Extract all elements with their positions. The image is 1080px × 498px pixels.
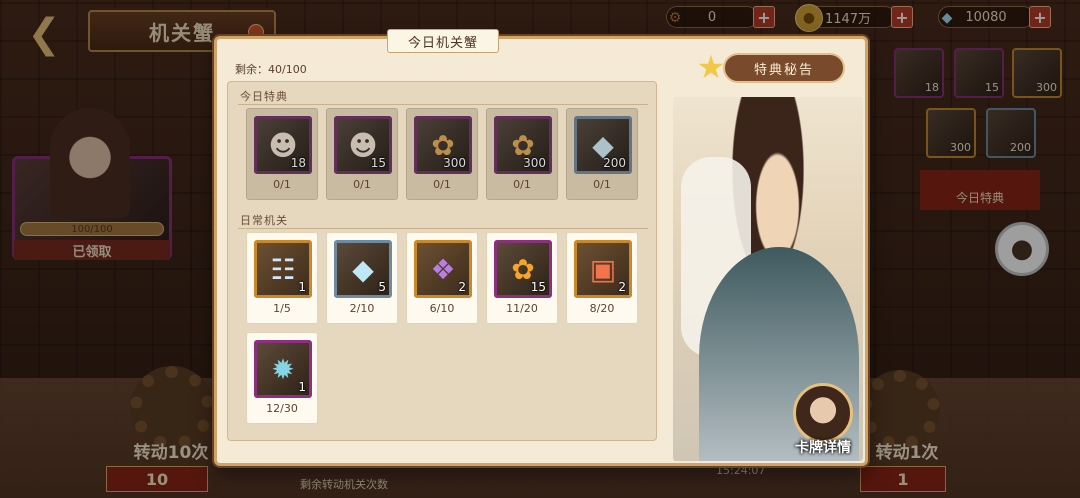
divider [238, 104, 648, 105]
item-progress: 11/20 [506, 302, 538, 315]
remaining-count: 剩余：40/100 [235, 63, 307, 76]
today-item[interactable]: ☻ 15 0/1 [326, 108, 398, 200]
crab-machine-modal: 今日机关蟹 剩余：40/100 今日特典 ☻ 18 0/1 ☻ 15 0/1 ✿… [214, 29, 869, 466]
item-progress: 1/5 [273, 302, 291, 315]
today-item[interactable]: ◆ 200 0/1 [566, 108, 638, 200]
item-progress: 0/1 [513, 178, 531, 191]
gold-bulb-icon: ✿ 300 [414, 116, 472, 174]
bonus-secret-button[interactable]: 特典秘告 [723, 53, 845, 83]
item-progress: 0/1 [433, 178, 451, 191]
swirl-shard-icon: ✹ 1 [254, 340, 312, 398]
daily-item[interactable]: ✿ 15 11/20 [486, 232, 558, 324]
item-progress: 12/30 [266, 402, 298, 415]
today-item[interactable]: ☻ 18 0/1 [246, 108, 318, 200]
daily-item[interactable]: ✹ 1 12/30 [246, 332, 318, 424]
character-card-icon: ☻ 15 [334, 116, 392, 174]
today-item[interactable]: ✿ 300 0/1 [486, 108, 558, 200]
item-progress: 6/10 [429, 302, 455, 315]
item-progress: 0/1 [593, 178, 611, 191]
section-today-title: 今日特典 [240, 90, 288, 103]
reward-list-panel: 今日特典 ☻ 18 0/1 ☻ 15 0/1 ✿ 300 0/1 ✿ 300 0… [227, 81, 657, 441]
scroll-ticket-icon: ☷ 1 [254, 240, 312, 298]
purple-gem-icon: ❖ 2 [414, 240, 472, 298]
character-card-icon: ☻ 18 [254, 116, 312, 174]
gift-box-icon: ▣ 2 [574, 240, 632, 298]
card-detail-button[interactable] [793, 383, 853, 443]
daily-item[interactable]: ❖ 2 6/10 [406, 232, 478, 324]
modal-title: 今日机关蟹 [387, 29, 499, 53]
crystal-icon: ◆ 200 [574, 116, 632, 174]
section-daily-title: 日常机关 [240, 214, 288, 227]
crystal-icon: ◆ 5 [334, 240, 392, 298]
divider [238, 228, 648, 229]
item-progress: 8/20 [589, 302, 615, 315]
daily-item[interactable]: ☷ 1 1/5 [246, 232, 318, 324]
item-progress: 0/1 [353, 178, 371, 191]
gold-bulb-icon: ✿ 15 [494, 240, 552, 298]
bonus-secret-label: 特典秘告 [753, 62, 814, 78]
item-progress: 2/10 [349, 302, 375, 315]
gold-bulb-icon: ✿ 300 [494, 116, 552, 174]
daily-item[interactable]: ▣ 2 8/20 [566, 232, 638, 324]
item-progress: 0/1 [273, 178, 291, 191]
daily-item[interactable]: ◆ 5 2/10 [326, 232, 398, 324]
today-item[interactable]: ✿ 300 0/1 [406, 108, 478, 200]
card-detail-label[interactable]: 卡牌详情 [777, 437, 869, 457]
